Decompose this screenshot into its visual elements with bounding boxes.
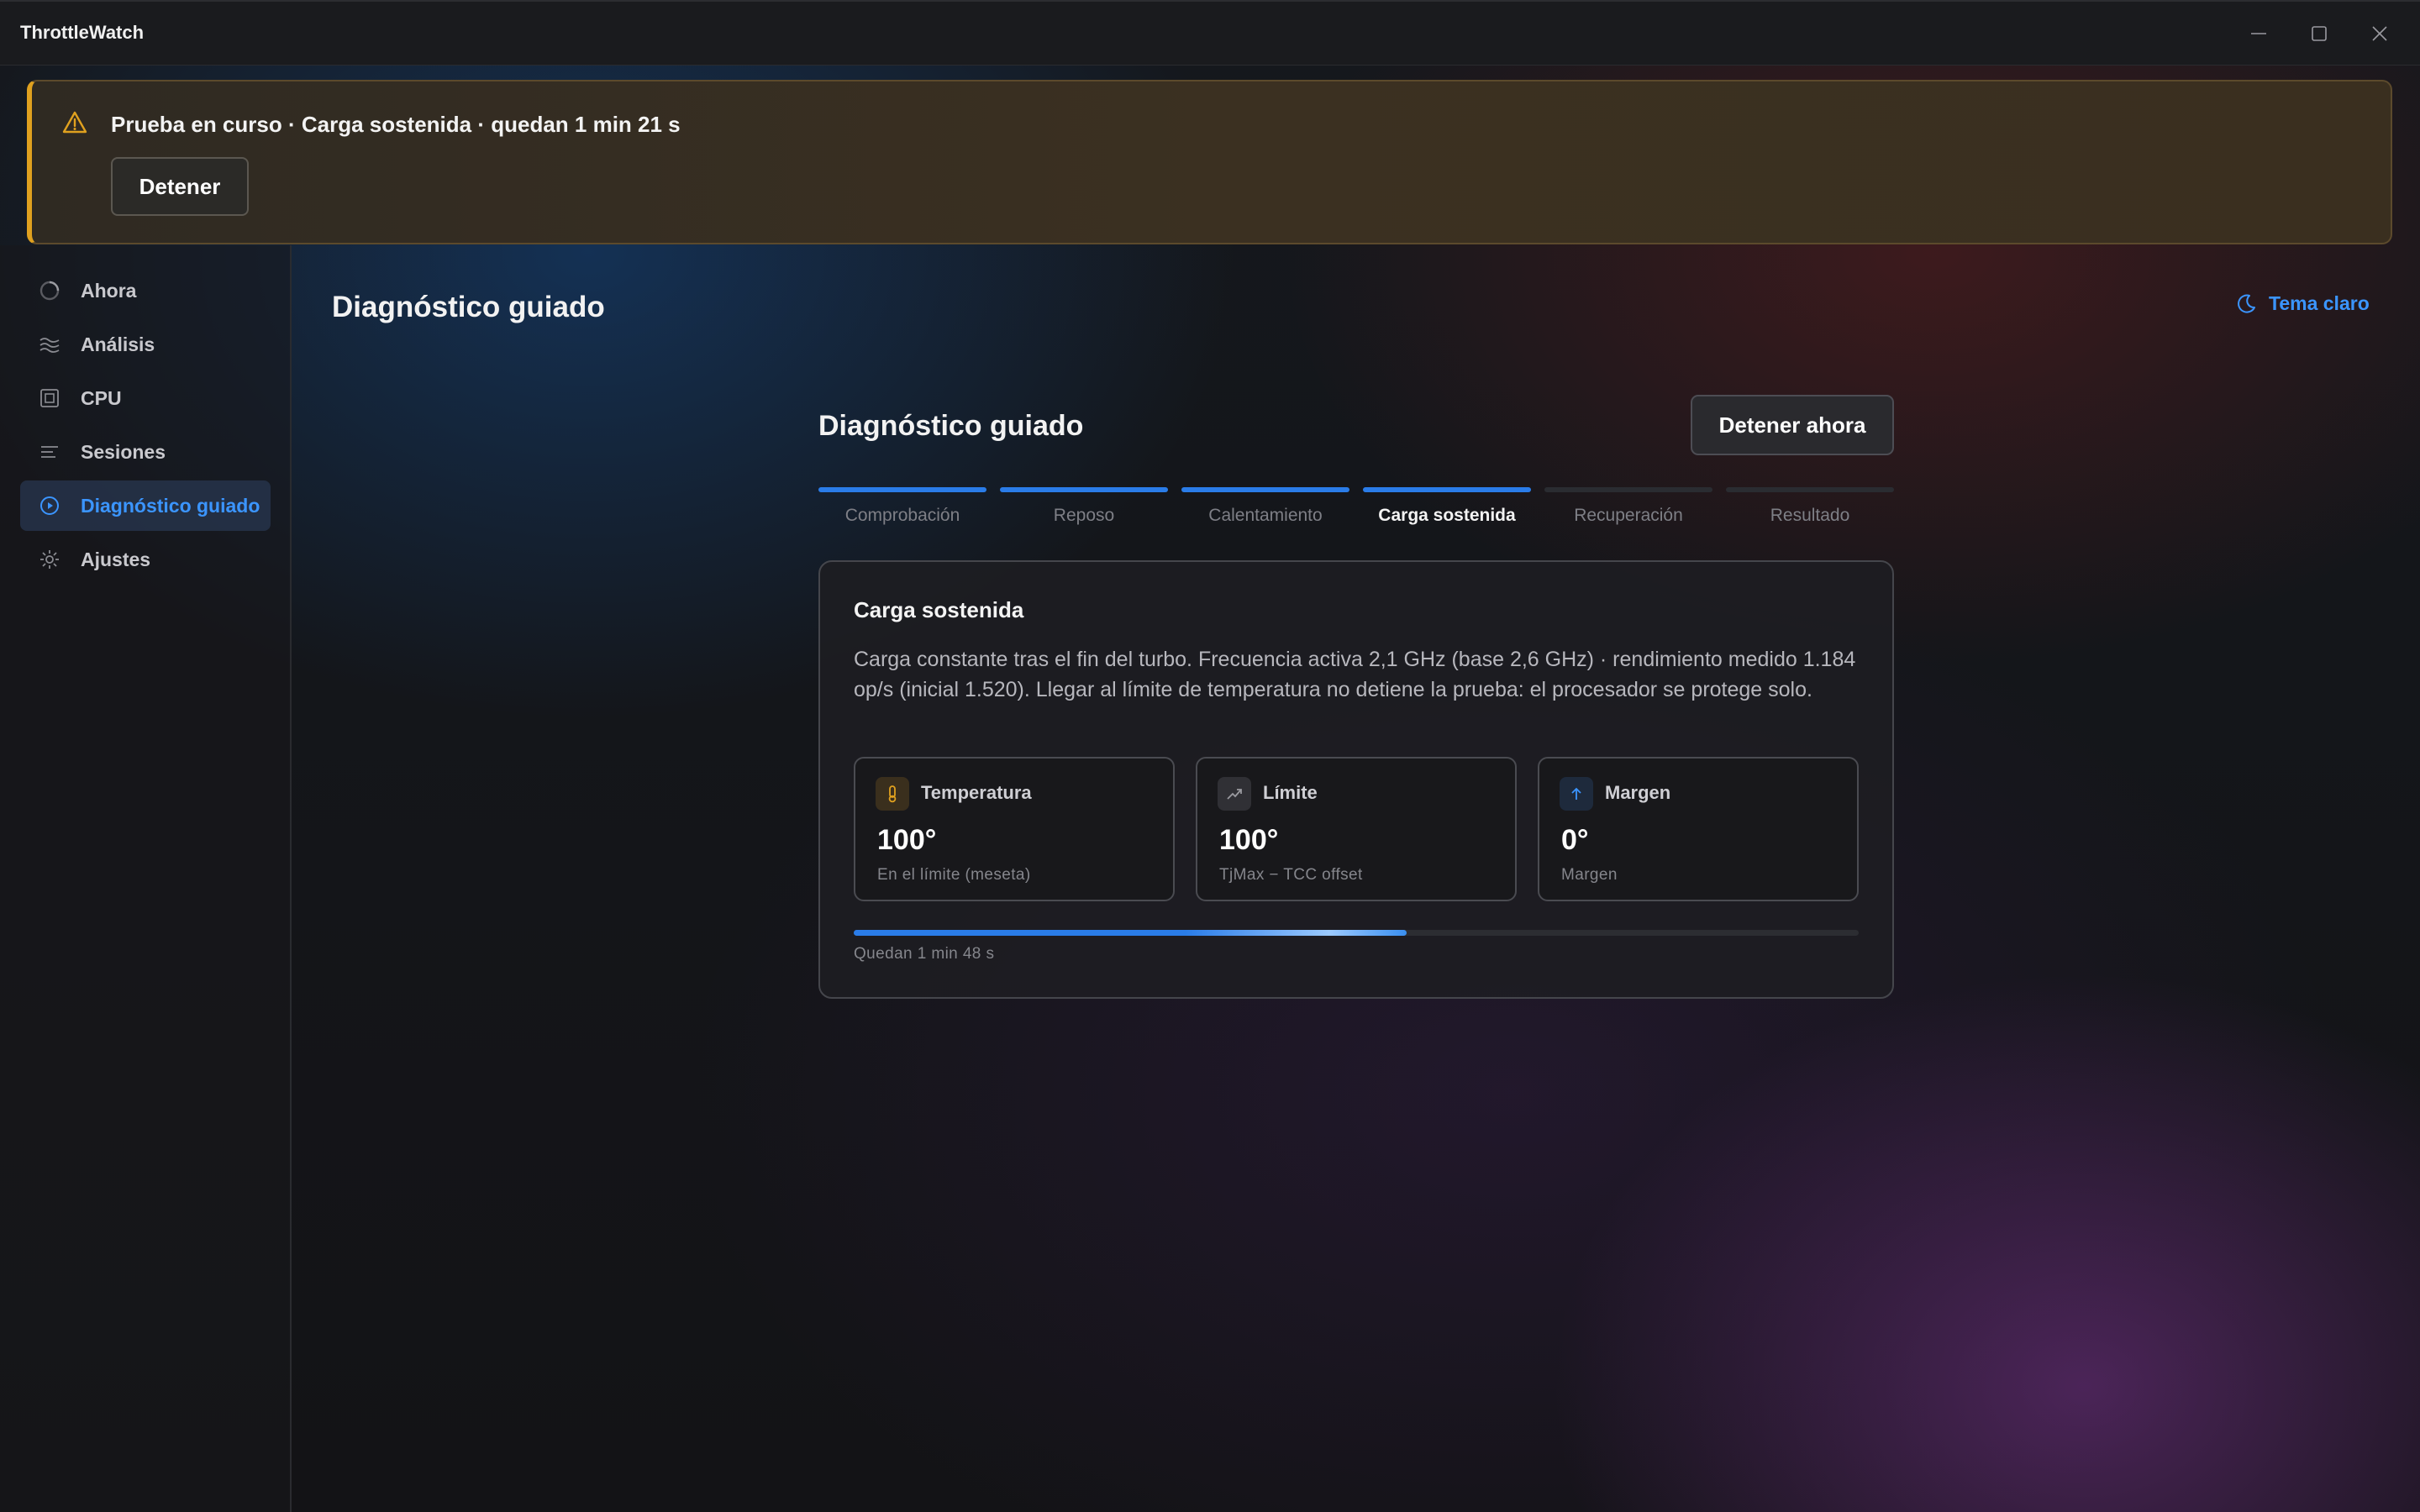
trend-up-icon	[1218, 777, 1251, 811]
waves-icon	[37, 332, 62, 357]
sidebar-item-label: Sesiones	[81, 440, 166, 463]
theme-toggle-label: Tema claro	[2269, 292, 2370, 314]
sidebar-item-label: Diagnóstico guiado	[81, 494, 260, 517]
sidebar-item-label: Ajustes	[81, 548, 151, 570]
step-comprobacion: Comprobación	[818, 487, 986, 526]
step-bar	[1363, 487, 1531, 492]
step-bar	[1181, 487, 1349, 492]
step-label: Resultado	[1770, 506, 1850, 525]
metric-value: 0°	[1561, 824, 1589, 856]
metric-name: Margen	[1605, 782, 1671, 803]
arrow-up-icon	[1560, 777, 1593, 811]
metric-margen: Margen 0° Margen	[1538, 757, 1859, 901]
moon-icon	[2238, 294, 2255, 313]
step-label: Comprobación	[844, 506, 960, 525]
step-label: Recuperación	[1574, 506, 1683, 525]
step-carga-sostenida: Carga sostenida	[1363, 487, 1531, 526]
metric-subtitle: En el límite (meseta)	[877, 866, 1031, 884]
step-resultado: Resultado	[1726, 487, 1894, 526]
theme-toggle-button[interactable]: Tema claro	[2235, 292, 2370, 315]
metric-subtitle: TjMax − TCC offset	[1219, 866, 1363, 884]
list-icon	[37, 439, 62, 465]
sidebar-item-cpu[interactable]: CPU	[20, 373, 271, 423]
metric-limite: Límite 100° TjMax − TCC offset	[1196, 757, 1517, 901]
banner-message: Prueba en curso · Carga sostenida · qued…	[111, 112, 681, 137]
step-label: Carga sostenida	[1378, 506, 1516, 525]
warning-icon	[62, 110, 87, 135]
minimize-icon[interactable]	[2242, 17, 2275, 50]
metric-subtitle: Margen	[1561, 866, 1618, 884]
sidebar-item-ajustes[interactable]: Ajustes	[20, 534, 271, 585]
metric-value: 100°	[1219, 824, 1279, 856]
metric-name: Temperatura	[921, 782, 1032, 803]
gauge-icon	[37, 278, 62, 303]
stop-now-button[interactable]: Detener ahora	[1691, 395, 1894, 455]
step-bar	[818, 487, 986, 492]
test-running-banner: Prueba en curso · Carga sostenida · qued…	[27, 80, 2392, 244]
progress-remaining-text: Quedan 1 min 48 s	[854, 945, 995, 963]
sidebar-item-analisis[interactable]: Análisis	[20, 319, 271, 370]
step-progress-fill	[854, 930, 1407, 936]
sidebar-item-ahora[interactable]: Ahora	[20, 265, 271, 316]
step-bar	[1544, 487, 1712, 492]
step-bar	[1000, 487, 1168, 492]
sidebar-item-label: Análisis	[81, 333, 155, 355]
close-icon[interactable]	[2363, 17, 2396, 50]
step-label: Reposo	[1053, 506, 1115, 525]
gear-icon	[37, 547, 62, 572]
step-bar	[1726, 487, 1894, 492]
cpu-icon	[37, 386, 62, 411]
thermometer-icon	[876, 777, 909, 811]
app-title: ThrottleWatch	[20, 22, 145, 43]
card-title: Carga sostenida	[854, 597, 1024, 622]
metric-name: Límite	[1263, 782, 1318, 803]
sidebar-item-sesiones[interactable]: Sesiones	[20, 427, 271, 477]
stop-test-button[interactable]: Detener	[111, 157, 249, 216]
play-circle-icon	[37, 493, 62, 518]
wizard-title: Diagnóstico guiado	[818, 410, 1084, 442]
page-title: Diagnóstico guiado	[332, 291, 605, 323]
step-progress-bar	[854, 930, 1859, 936]
wizard-steps: Comprobación Reposo Calentamiento Carga …	[818, 487, 1894, 529]
step-reposo: Reposo	[1000, 487, 1168, 526]
maximize-icon[interactable]	[2302, 17, 2336, 50]
sidebar: Ahora Análisis CPU Sesiones Diagnóstico …	[0, 245, 292, 1512]
step-calentamiento: Calentamiento	[1181, 487, 1349, 526]
step-card: Carga sostenida Carga constante tras el …	[818, 560, 1894, 999]
step-recuperacion: Recuperación	[1544, 487, 1712, 526]
metric-value: 100°	[877, 824, 937, 856]
sidebar-item-label: Ahora	[81, 279, 137, 302]
step-label: Calentamiento	[1208, 506, 1323, 525]
card-description: Carga constante tras el fin del turbo. F…	[854, 648, 1856, 701]
title-bar: ThrottleWatch	[0, 0, 2420, 66]
sidebar-item-label: CPU	[81, 386, 122, 409]
sidebar-item-diagnostico-guiado[interactable]: Diagnóstico guiado	[20, 480, 271, 531]
metric-temperatura: Temperatura 100° En el límite (meseta)	[854, 757, 1175, 901]
